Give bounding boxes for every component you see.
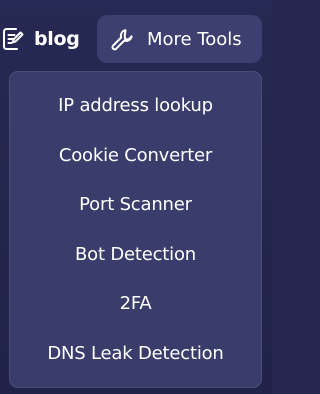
document-edit-icon bbox=[0, 26, 26, 52]
menu-item-ip-address-lookup[interactable]: IP address lookup bbox=[10, 81, 261, 131]
menu-item-bot-detection[interactable]: Bot Detection bbox=[10, 230, 261, 280]
menu-item-cookie-converter[interactable]: Cookie Converter bbox=[10, 131, 261, 181]
blog-label: blog bbox=[34, 28, 80, 50]
tools-dropdown-menu: IP address lookup Cookie Converter Port … bbox=[9, 71, 262, 388]
menu-item-port-scanner[interactable]: Port Scanner bbox=[10, 180, 261, 230]
more-tools-button[interactable]: More Tools bbox=[97, 15, 262, 63]
page: blog More Tools IP address lookup Cookie… bbox=[0, 0, 272, 394]
more-tools-label: More Tools bbox=[147, 28, 242, 50]
menu-item-dns-leak-detection[interactable]: DNS Leak Detection bbox=[10, 329, 261, 379]
menu-item-2fa[interactable]: 2FA bbox=[10, 279, 261, 329]
blog-link[interactable]: blog bbox=[0, 17, 80, 61]
wrench-icon bbox=[109, 26, 135, 52]
